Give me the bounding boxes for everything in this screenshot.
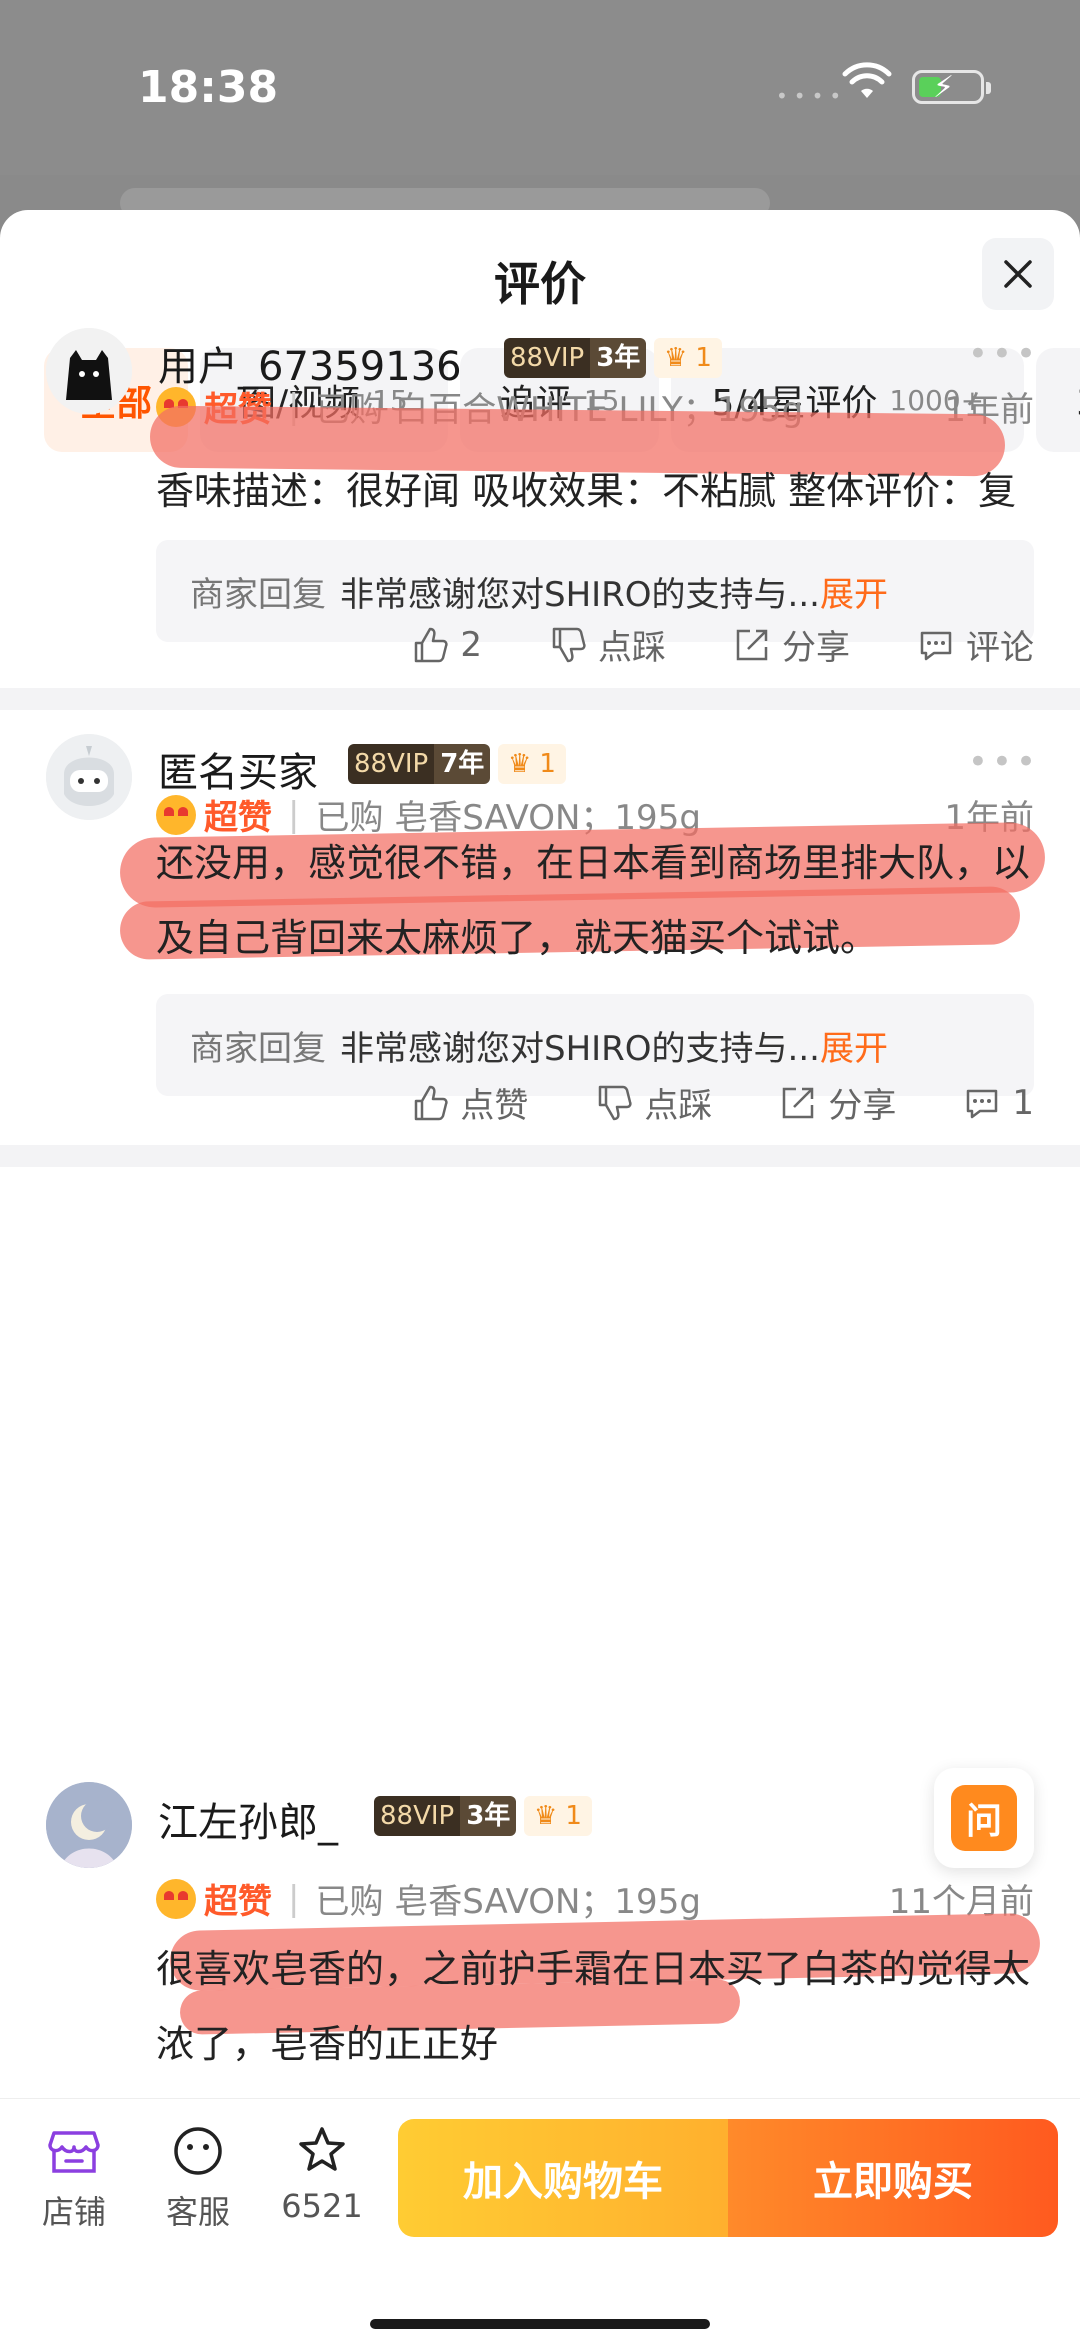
dislike-button[interactable]: 点踩	[548, 620, 666, 669]
review-content: 还没用，感觉很不错，在日本看到商场里排大队，以及自己背回来太麻烦了，就天猫买个试…	[156, 841, 1031, 960]
share-label: 分享	[828, 1086, 897, 1126]
vip-years: 3年	[460, 1796, 517, 1836]
reply-label: 商家回复	[190, 574, 326, 615]
heart-eyes-emoji-icon	[156, 1878, 196, 1919]
dislike-button[interactable]: 点踩	[594, 1078, 712, 1127]
comment-icon	[920, 631, 952, 660]
username[interactable]: 江左孙郎_	[158, 1790, 338, 1848]
comment-button[interactable]: 评论	[916, 620, 1034, 669]
vip-badge: 88VIP 7年	[348, 744, 491, 784]
vip-label: 88VIP	[504, 338, 591, 378]
vip-badge: 88VIP 3年	[374, 1796, 517, 1836]
reply-text: 非常感谢您对SHIRO的支持与...	[340, 1028, 820, 1069]
crown-icon: ♛	[534, 1801, 558, 1831]
moon-avatar-icon	[46, 1782, 132, 1868]
bottom-action-bar: 店铺 客服 6521 加入购物车 立即购买	[0, 2098, 1080, 2348]
vip-badge: 88VIP 3年	[504, 338, 647, 378]
share-button[interactable]: 分享	[732, 620, 850, 669]
sheet-title: 评价	[494, 257, 586, 311]
share-button[interactable]: 分享	[778, 1078, 896, 1127]
share-icon	[736, 629, 768, 660]
purchased-variant: 已购 皂香SAVON；195g	[315, 1882, 701, 1922]
comment-label: 评论	[966, 628, 1034, 668]
customer-service-button[interactable]: 客服	[148, 2123, 248, 2233]
crown-level: 1	[565, 1801, 582, 1831]
reply-label: 商家回复	[190, 1028, 326, 1069]
like-button[interactable]: 2	[410, 620, 482, 669]
review-content: 很喜欢皂香的，之前护手霜在日本买了白茶的觉得太浓了，皂香的正正好	[156, 1947, 1031, 2066]
avatar[interactable]	[46, 734, 132, 820]
share-label: 分享	[782, 628, 850, 668]
shop-label: 店铺	[41, 2193, 106, 2231]
comment-count: 1	[1012, 1082, 1034, 1123]
more-options-icon[interactable]: •••	[968, 742, 1040, 782]
like-label: 点赞	[460, 1086, 529, 1126]
status-bar: 18:38 •••• ⚡	[0, 0, 1080, 218]
star-icon	[299, 2127, 345, 2171]
like-button[interactable]: 点赞	[410, 1078, 528, 1127]
like-count: 2	[460, 624, 482, 665]
crown-badge: ♛ 1	[654, 338, 722, 378]
home-indicator	[370, 2319, 710, 2329]
avatar[interactable]	[46, 328, 132, 414]
favorite-button[interactable]: 6521	[272, 2123, 372, 2225]
favorites-count: 6521	[281, 2187, 363, 2225]
smiley-service-icon	[174, 2127, 222, 2175]
crown-level: 1	[695, 343, 712, 373]
dislike-label: 点踩	[598, 628, 666, 668]
reply-text: 非常感谢您对SHIRO的支持与...	[340, 574, 820, 615]
signal-icon: ••••	[776, 84, 848, 108]
comment-icon	[967, 1089, 998, 1118]
buy-now-button[interactable]: 立即购买	[728, 2119, 1058, 2237]
separator: |	[288, 1878, 300, 1919]
share-icon	[783, 1087, 814, 1118]
battery-icon: ⚡	[912, 70, 991, 105]
crown-icon: ♛	[508, 749, 532, 779]
review-actions: 2 点踩 分享 评论	[344, 620, 1034, 669]
rating-label: 超赞	[204, 1882, 272, 1922]
thumbs-up-icon	[415, 627, 448, 662]
review-actions: 点赞 点踩 分享 1	[344, 1078, 1034, 1127]
shop-button[interactable]: 店铺	[24, 2123, 124, 2233]
expand-link[interactable]: 展开	[820, 1021, 888, 1070]
section-divider	[0, 688, 1080, 710]
anonymous-user-avatar-icon	[46, 734, 132, 820]
question-icon: 问	[951, 1785, 1017, 1851]
thumbs-down-icon	[552, 627, 586, 662]
crown-level: 1	[539, 749, 556, 779]
crown-icon: ♛	[664, 343, 688, 373]
shop-icon	[48, 2131, 100, 2173]
tab-3-star[interactable]: 3星	[1036, 348, 1080, 452]
vip-years: 3年	[590, 338, 647, 378]
service-label: 客服	[165, 2193, 230, 2231]
ask-question-button[interactable]: 问	[934, 1768, 1034, 1868]
tab-label: 3星	[1076, 374, 1080, 426]
close-icon	[1004, 260, 1032, 288]
crown-badge: ♛ 1	[524, 1796, 592, 1836]
crown-badge: ♛ 1	[498, 744, 566, 784]
expand-link[interactable]: 展开	[820, 567, 888, 616]
status-time: 18:38	[138, 62, 279, 113]
black-cat-avatar-icon	[46, 328, 132, 414]
thumbs-down-icon	[599, 1085, 632, 1120]
add-to-cart-button[interactable]: 加入购物车	[398, 2119, 728, 2237]
comment-button[interactable]: 1	[962, 1078, 1034, 1127]
vip-years: 7年	[434, 744, 491, 784]
close-button[interactable]	[982, 238, 1054, 310]
section-divider	[0, 1145, 1080, 1167]
thumbs-up-icon	[415, 1085, 448, 1120]
wifi-icon	[842, 62, 892, 98]
vip-label: 88VIP	[374, 1796, 461, 1836]
more-options-icon[interactable]: •••	[968, 334, 1040, 374]
dislike-label: 点踩	[644, 1086, 713, 1126]
avatar[interactable]	[46, 1782, 132, 1868]
vip-label: 88VIP	[348, 744, 435, 784]
